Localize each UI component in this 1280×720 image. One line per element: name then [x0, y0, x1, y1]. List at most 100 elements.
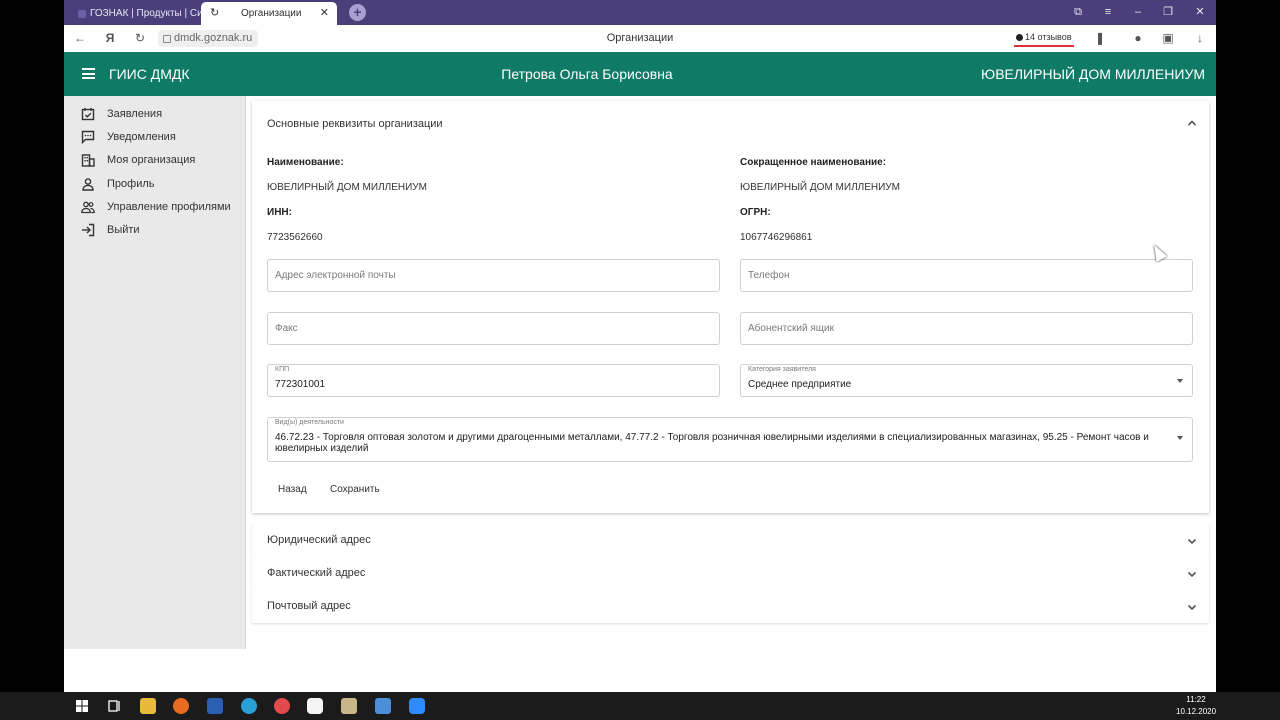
tab-strip: ГОЗНАК | Продукты | Сис ↻ Организации ✕ …	[64, 0, 1216, 25]
close-tab-icon[interactable]: ✕	[320, 2, 329, 25]
folder-icon[interactable]	[341, 698, 357, 714]
logout-icon	[82, 223, 95, 237]
copy-icon[interactable]: ⧉	[1064, 0, 1092, 25]
chat-icon	[1016, 34, 1023, 42]
ogrn-value: 1067746296861	[740, 232, 813, 243]
section-title: Почтовый адрес	[267, 600, 351, 612]
email-placeholder: Адрес электронной почты	[275, 270, 396, 281]
chevron-down-icon[interactable]	[1185, 567, 1199, 581]
reload-icon[interactable]: ↻	[130, 25, 150, 52]
po-box-placeholder: Абонентский ящик	[748, 323, 834, 334]
section-title: Фактический адрес	[267, 567, 366, 579]
browser-window: ГОЗНАК | Продукты | Сис ↻ Организации ✕ …	[64, 0, 1216, 692]
yandex-browser-icon[interactable]	[307, 698, 323, 714]
profile-icon[interactable]: ●	[1128, 25, 1148, 52]
people-icon	[81, 201, 95, 214]
word-icon[interactable]	[207, 698, 223, 714]
save-button[interactable]: Сохранить	[330, 484, 380, 495]
task-view-icon[interactable]	[106, 698, 122, 714]
extensions-icon[interactable]: ▣	[1158, 25, 1178, 52]
section-title: Юридический адрес	[267, 534, 371, 546]
yandex-icon[interactable]: Я	[100, 25, 120, 52]
kpp-label: КПП	[275, 366, 290, 373]
dropdown-arrow-icon	[1177, 379, 1183, 383]
sidebar-item-label: Управление профилями	[107, 201, 231, 213]
minimize-button[interactable]: –	[1124, 0, 1152, 25]
clock-time: 11:22	[1186, 695, 1206, 704]
legal-address-section[interactable]: Юридический адрес	[252, 524, 1209, 557]
clock-date: 10.12.2020	[1176, 707, 1217, 716]
menu-icon[interactable]: ≡	[1094, 0, 1122, 25]
person-icon	[82, 178, 94, 191]
section-title[interactable]: Основные реквизиты организации	[267, 118, 443, 130]
actual-address-section[interactable]: Фактический адрес	[252, 557, 1209, 590]
maximize-button[interactable]: ❐	[1154, 0, 1182, 25]
ogrn-label: ОГРН:	[740, 207, 771, 218]
calendar-check-icon	[81, 108, 95, 121]
tab-label: ГОЗНАК | Продукты | Сис	[90, 8, 208, 19]
new-tab-button[interactable]: +	[349, 4, 366, 21]
notes-icon[interactable]	[375, 698, 391, 714]
goznak-favicon-icon	[78, 10, 86, 18]
category-label: Категория заявителя	[748, 366, 816, 373]
clock[interactable]: 11:22 10.12.2020	[1176, 694, 1216, 718]
po-box-field[interactable]: Абонентский ящик	[740, 312, 1193, 345]
activity-select[interactable]: Вид(ы) деятельности 46.72.23 - Торговля …	[267, 417, 1193, 462]
short-name-label: Сокращенное наименование:	[740, 157, 887, 168]
category-select[interactable]: Категория заявителя Среднее предприятие	[740, 364, 1193, 397]
dropdown-arrow-icon	[1177, 436, 1183, 440]
download-icon[interactable]: ↓	[1190, 25, 1210, 52]
chevron-down-icon[interactable]	[1185, 534, 1199, 548]
zoom-icon[interactable]	[409, 698, 425, 714]
sidebar-item-label: Заявления	[107, 108, 163, 120]
app-icon[interactable]	[274, 698, 290, 714]
sidebar-item-label: Моя организация	[107, 154, 196, 166]
activity-value: 46.72.23 - Торговля оптовая золотом и др…	[275, 432, 1149, 454]
sidebar-item-label: Профиль	[107, 178, 155, 190]
org-name: ЮВЕЛИРНЫЙ ДОМ МИЛЛЕНИУМ	[981, 66, 1205, 82]
sidebar-item-label: Уведомления	[107, 131, 176, 143]
left-letterbox	[0, 0, 64, 692]
sidebar-item-label: Выйти	[107, 224, 140, 236]
back-icon[interactable]: ←	[70, 25, 90, 52]
file-explorer-icon[interactable]	[140, 698, 156, 714]
kpp-field[interactable]: КПП 772301001	[267, 364, 720, 397]
short-name-value: ЮВЕЛИРНЫЙ ДОМ МИЛЛЕНИУМ	[740, 182, 900, 193]
inn-value: 7723562660	[267, 232, 323, 243]
windows-start-icon[interactable]	[74, 698, 90, 714]
phone-field[interactable]: Телефон	[740, 259, 1193, 292]
chevron-up-icon[interactable]	[1185, 116, 1199, 130]
building-icon	[81, 154, 95, 167]
close-window-button[interactable]: ✕	[1186, 0, 1214, 25]
user-name: Петрова Ольга Борисовна	[501, 66, 673, 82]
chevron-down-icon[interactable]	[1185, 600, 1199, 614]
postal-address-section[interactable]: Почтовый адрес	[252, 590, 1209, 623]
loading-icon: ↻	[210, 7, 220, 19]
tab-label: Организации	[241, 8, 302, 19]
kpp-value: 772301001	[275, 379, 326, 390]
org-details-panel: Основные реквизиты организации Наименова…	[252, 101, 1209, 513]
back-button[interactable]: Назад	[278, 484, 307, 495]
bookmark-icon[interactable]: ❚	[1090, 25, 1110, 52]
activity-label: Вид(ы) деятельности	[275, 419, 344, 426]
inn-label: ИНН:	[267, 207, 292, 218]
taskbar: 11:22 10.12.2020	[0, 692, 1280, 720]
email-field[interactable]: Адрес электронной почты	[267, 259, 720, 292]
url-field[interactable]: dmdk.goznak.ru	[158, 30, 259, 47]
category-value: Среднее предприятие	[748, 379, 852, 390]
lock-icon	[163, 35, 171, 43]
name-label: Наименование:	[267, 157, 344, 168]
app-header: ГИИС ДМДК Петрова Ольга Борисовна ЮВЕЛИР…	[64, 52, 1216, 96]
tab-goznak[interactable]: ГОЗНАК | Продукты | Сис	[70, 2, 216, 25]
right-letterbox	[1216, 0, 1280, 692]
reviews-badge[interactable]: 14 отзывов	[1014, 30, 1074, 47]
fax-field[interactable]: Факс	[267, 312, 720, 345]
address-bar: Организации ← Я ↻ dmdk.goznak.ru 14 отзы…	[64, 25, 1216, 53]
tab-organizations[interactable]: ↻ Организации ✕	[201, 2, 337, 25]
name-value: ЮВЕЛИРНЫЙ ДОМ МИЛЛЕНИУМ	[267, 182, 427, 193]
telegram-icon[interactable]	[241, 698, 257, 714]
fax-placeholder: Факс	[275, 323, 298, 334]
sidebar: Заявления Уведомления Моя организация Пр…	[64, 96, 246, 649]
firefox-icon[interactable]	[173, 698, 189, 714]
message-icon	[81, 130, 95, 144]
